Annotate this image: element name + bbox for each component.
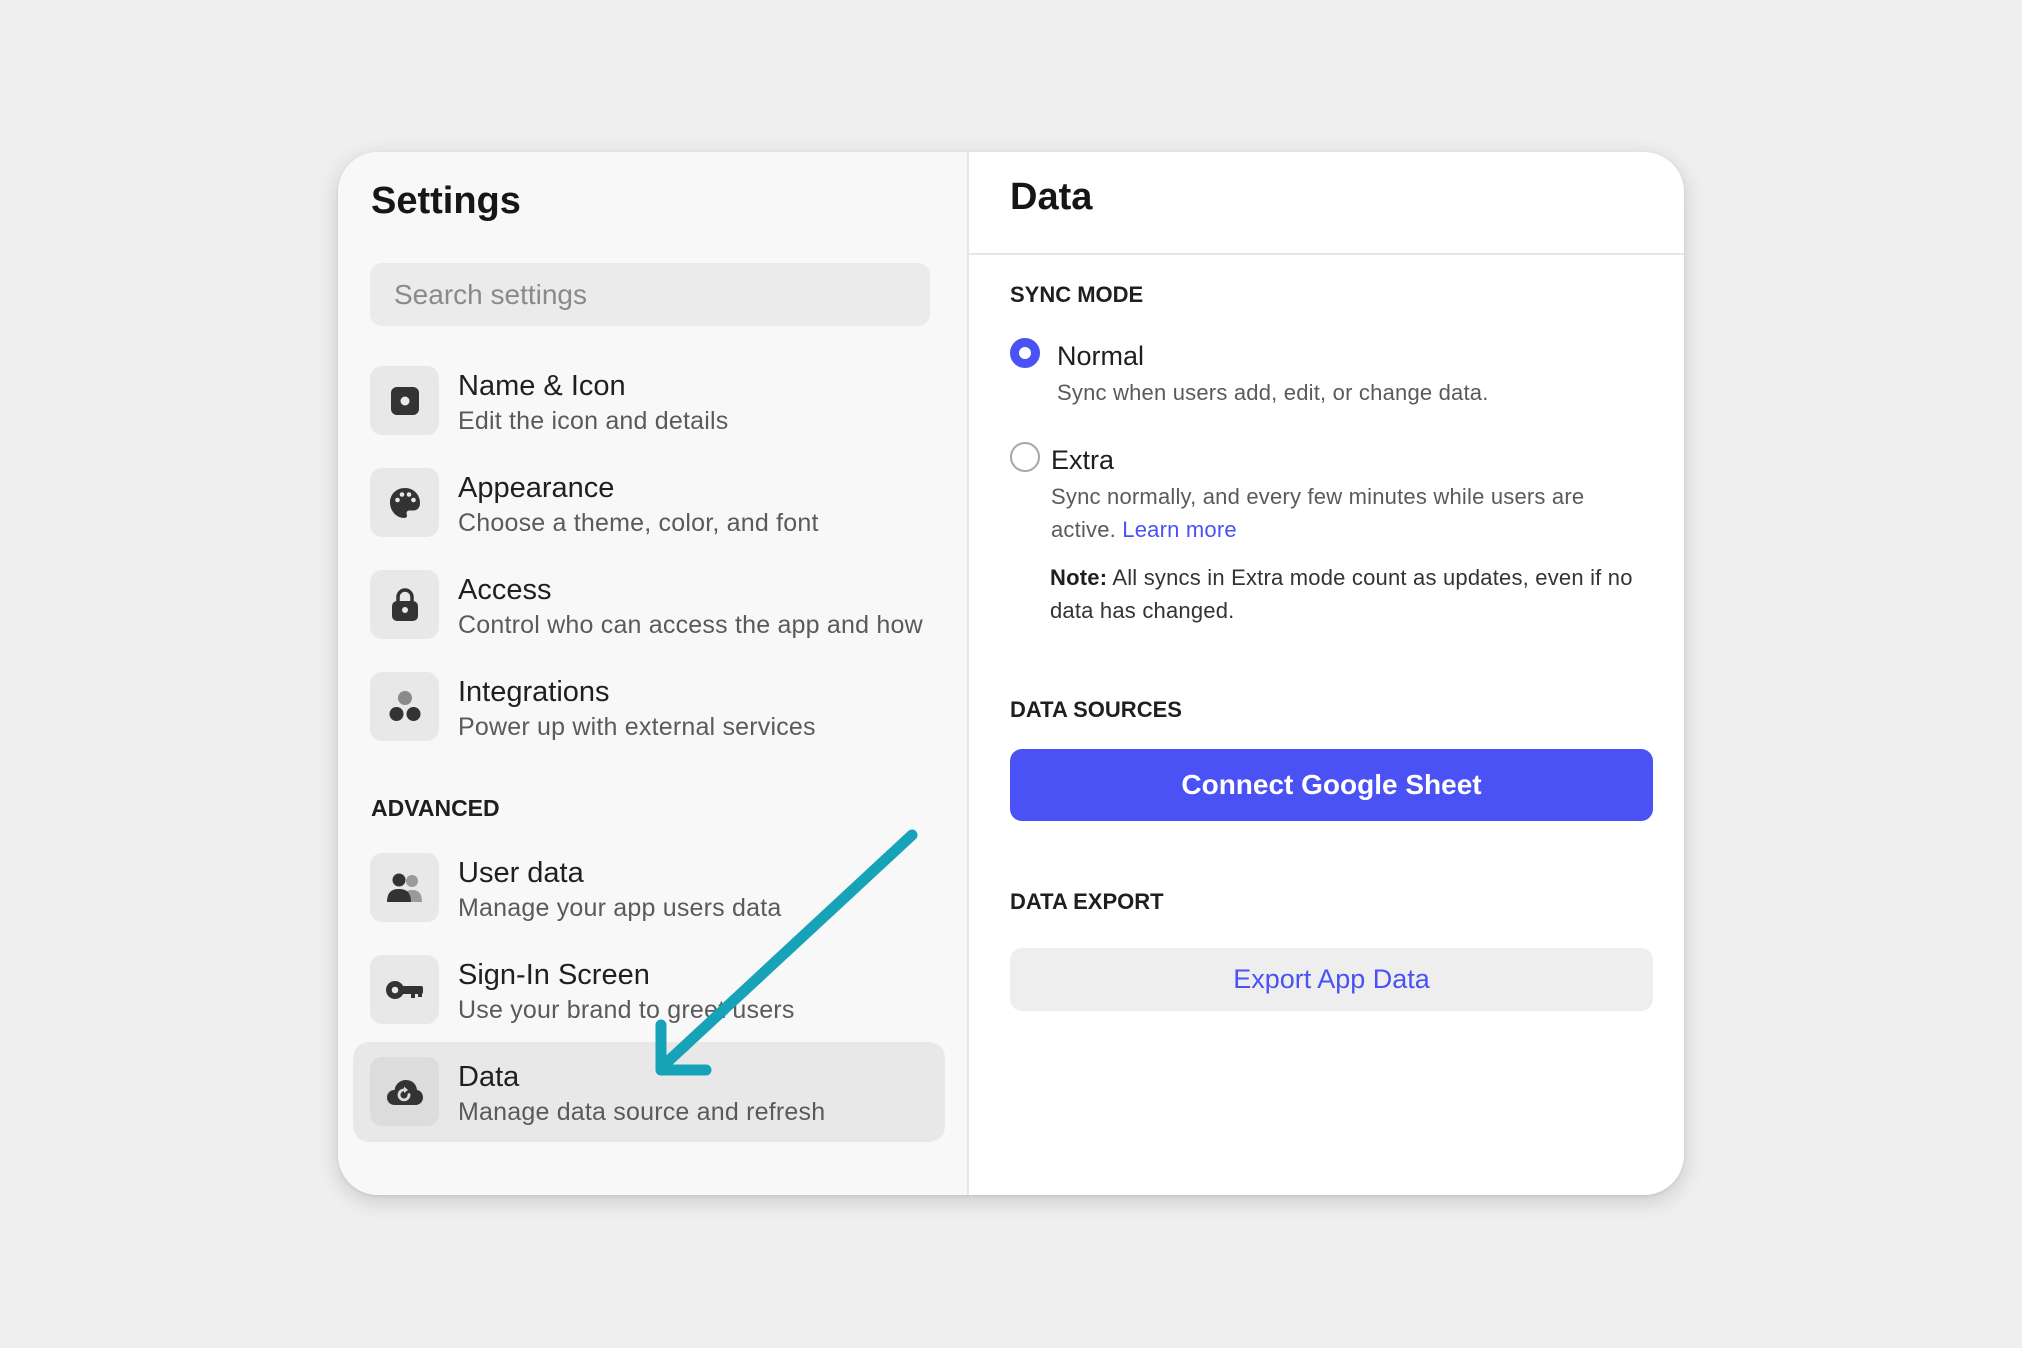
extra-radio[interactable] bbox=[1010, 442, 1040, 472]
data-export-label: DATA EXPORT bbox=[1010, 889, 1164, 914]
sidebar-item-integrations[interactable]: Integrations Power up with external serv… bbox=[353, 657, 945, 757]
settings-sidebar: Settings Name & Icon Edit the icon and d… bbox=[338, 152, 969, 1195]
sidebar-item-title: Name & Icon bbox=[458, 370, 626, 402]
advanced-section-label: ADVANCED bbox=[371, 795, 500, 821]
normal-option-title[interactable]: Normal bbox=[1057, 341, 1144, 372]
square-icon bbox=[370, 366, 439, 435]
extra-option-description: Sync normally, and every few minutes whi… bbox=[1051, 480, 1651, 546]
palette-icon bbox=[370, 468, 439, 537]
sidebar-item-subtitle: Manage data source and refresh bbox=[458, 1098, 826, 1126]
sidebar-item-name-icon[interactable]: Name & Icon Edit the icon and details bbox=[353, 351, 945, 451]
sidebar-item-subtitle: Choose a theme, color, and font bbox=[458, 509, 819, 537]
sidebar-item-appearance[interactable]: Appearance Choose a theme, color, and fo… bbox=[353, 453, 945, 553]
sidebar-item-title: Data bbox=[458, 1061, 520, 1093]
normal-radio[interactable] bbox=[1010, 338, 1040, 368]
circles-icon bbox=[370, 672, 439, 741]
sidebar-item-access[interactable]: Access Control who can access the app an… bbox=[353, 555, 945, 655]
sidebar-item-subtitle: Power up with external services bbox=[458, 713, 816, 741]
sync-mode-label: SYNC MODE bbox=[1010, 282, 1144, 307]
sidebar-item-subtitle: Use your brand to greet users bbox=[458, 996, 795, 1024]
extra-option-title[interactable]: Extra bbox=[1051, 445, 1114, 476]
sidebar-item-data[interactable]: Data Manage data source and refresh bbox=[353, 1042, 945, 1142]
data-sources-label: DATA SOURCES bbox=[1010, 697, 1182, 722]
connect-google-sheet-button[interactable]: Connect Google Sheet bbox=[1010, 749, 1653, 821]
extra-mode-note: Note: All syncs in Extra mode count as u… bbox=[1050, 561, 1650, 627]
sidebar-item-subtitle: Control who can access the app and how bbox=[458, 611, 923, 639]
note-label: Note: bbox=[1050, 565, 1108, 590]
key-icon bbox=[370, 955, 439, 1024]
normal-option-description: Sync when users add, edit, or change dat… bbox=[1057, 380, 1489, 405]
sidebar-item-user-data[interactable]: User data Manage your app users data bbox=[353, 838, 945, 938]
note-text: All syncs in Extra mode count as updates… bbox=[1050, 565, 1633, 623]
search-input[interactable] bbox=[370, 263, 930, 326]
users-icon bbox=[370, 853, 439, 922]
lock-icon bbox=[370, 570, 439, 639]
sidebar-title: Settings bbox=[371, 180, 521, 222]
sidebar-item-sign-in-screen[interactable]: Sign-In Screen Use your brand to greet u… bbox=[353, 940, 945, 1040]
sidebar-item-title: Integrations bbox=[458, 676, 610, 708]
sidebar-item-subtitle: Manage your app users data bbox=[458, 894, 782, 922]
sidebar-item-title: Sign-In Screen bbox=[458, 959, 650, 991]
export-app-data-button[interactable]: Export App Data bbox=[1010, 948, 1653, 1011]
cloud-refresh-icon bbox=[370, 1057, 439, 1126]
settings-window: Settings Name & Icon Edit the icon and d… bbox=[338, 152, 1684, 1195]
data-settings-panel: Data SYNC MODE Normal Sync when users ad… bbox=[969, 152, 1684, 1195]
sidebar-item-subtitle: Edit the icon and details bbox=[458, 407, 729, 435]
panel-header: Data bbox=[969, 152, 1684, 255]
sidebar-item-title: User data bbox=[458, 857, 584, 889]
sidebar-item-title: Access bbox=[458, 574, 552, 606]
learn-more-link[interactable]: Learn more bbox=[1122, 517, 1237, 542]
sidebar-item-title: Appearance bbox=[458, 472, 615, 504]
page-title: Data bbox=[1010, 176, 1093, 218]
